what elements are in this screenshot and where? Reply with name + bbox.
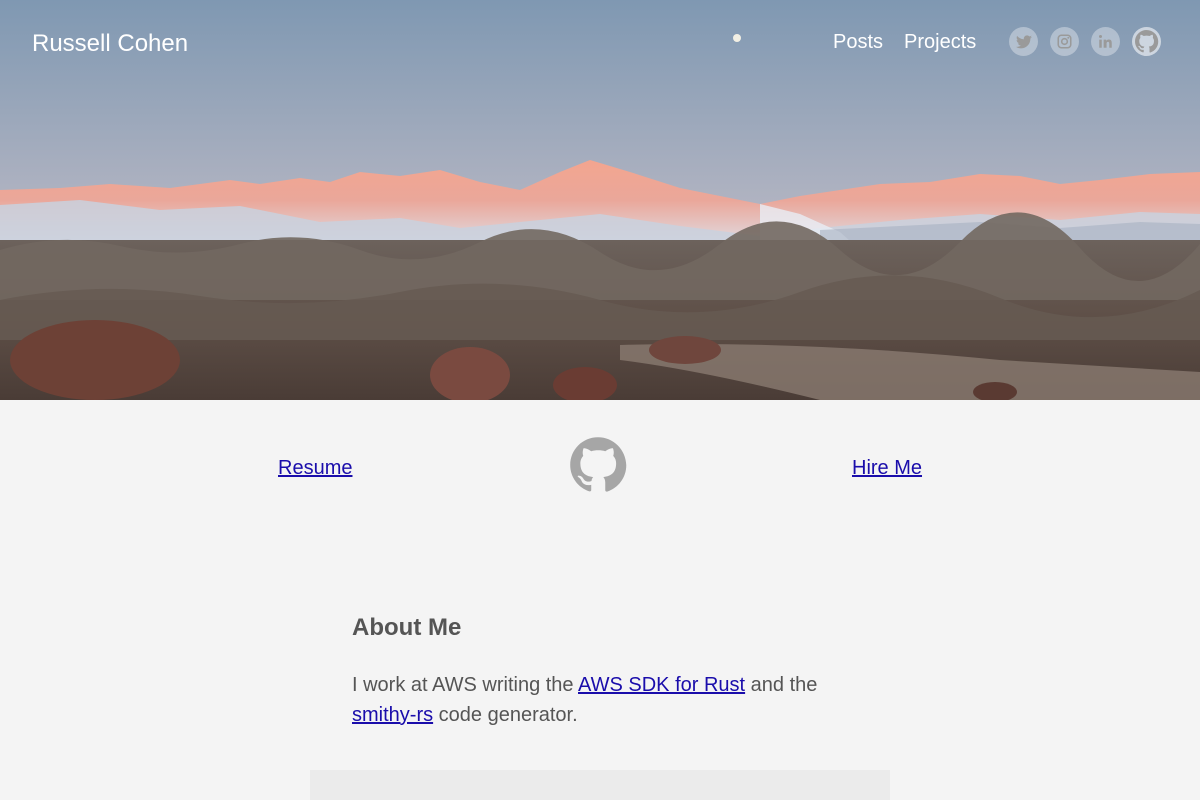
twitter-icon[interactable] (1009, 27, 1038, 56)
nav-posts[interactable]: Posts (833, 31, 883, 54)
content-card (310, 770, 890, 800)
github-icon[interactable] (569, 436, 627, 499)
nav-projects[interactable]: Projects (904, 31, 976, 54)
hero-image (0, 0, 1200, 400)
hero-banner (0, 0, 1200, 400)
site-title[interactable]: Russell Cohen (32, 30, 188, 58)
social-links (1009, 27, 1161, 56)
about-text: I work at AWS writing the AWS SDK for Ru… (352, 670, 852, 730)
hire-me-link[interactable]: Hire Me (852, 457, 922, 480)
about-text-part: code generator. (433, 704, 578, 726)
moon (733, 34, 741, 42)
aws-sdk-rust-link[interactable]: AWS SDK for Rust (578, 674, 745, 696)
resume-link[interactable]: Resume (278, 457, 352, 480)
about-section: About Me I work at AWS writing the AWS S… (352, 614, 852, 730)
about-heading: About Me (352, 614, 462, 641)
github-icon[interactable] (1132, 27, 1161, 56)
about-text-part: and the (745, 674, 818, 696)
about-text-part: I work at AWS writing the (352, 674, 579, 696)
instagram-icon[interactable] (1050, 27, 1079, 56)
main-nav: Posts Projects (833, 31, 976, 54)
linkedin-icon[interactable] (1091, 27, 1120, 56)
smithy-rs-link[interactable]: smithy-rs (352, 704, 433, 726)
links-row: Resume Hire Me (0, 436, 1200, 496)
